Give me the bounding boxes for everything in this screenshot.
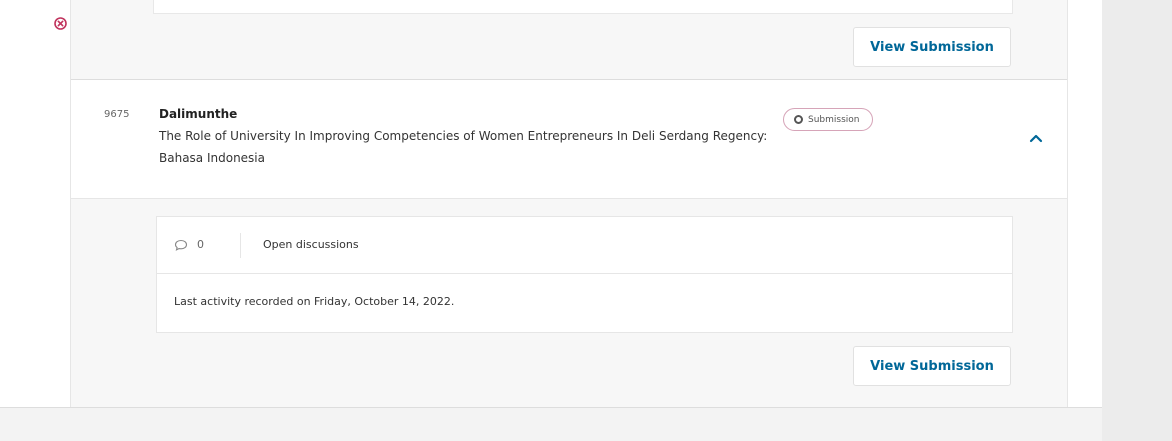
discussions-row: 0 Open discussions (157, 217, 1012, 274)
side-panel (1102, 0, 1172, 441)
submission-id: 9675 (104, 109, 130, 120)
submission-author: Dalimunthe (159, 107, 238, 121)
list-footer (0, 407, 1102, 441)
stage-badge: Submission (783, 108, 873, 131)
chevron-up-icon[interactable] (1029, 133, 1043, 143)
page: View Submission 9675 Dalimunthe The Role… (0, 0, 1172, 441)
submission-details: 0 Open discussions Last activity recorde… (71, 198, 1067, 407)
previous-item-card (153, 0, 1013, 14)
view-submission-button[interactable]: View Submission (853, 346, 1011, 386)
last-activity-text: Last activity recorded on Friday, Octobe… (174, 295, 455, 308)
submissions-list: View Submission 9675 Dalimunthe The Role… (70, 0, 1068, 407)
previous-item-details: View Submission (71, 0, 1067, 80)
open-discussions-link[interactable]: Open discussions (263, 238, 359, 251)
stage-label: Submission (808, 114, 860, 125)
submission-row[interactable]: 9675 Dalimunthe The Role of University I… (71, 80, 1067, 198)
details-card: 0 Open discussions Last activity recorde… (156, 216, 1013, 333)
close-circle-icon[interactable] (54, 17, 67, 30)
divider (240, 233, 241, 258)
discussion-count: 0 (197, 238, 204, 251)
submission-title: The Role of University In Improving Comp… (159, 129, 768, 165)
view-submission-button[interactable]: View Submission (853, 27, 1011, 67)
stage-circle-icon (794, 115, 803, 124)
comment-icon (174, 239, 188, 251)
